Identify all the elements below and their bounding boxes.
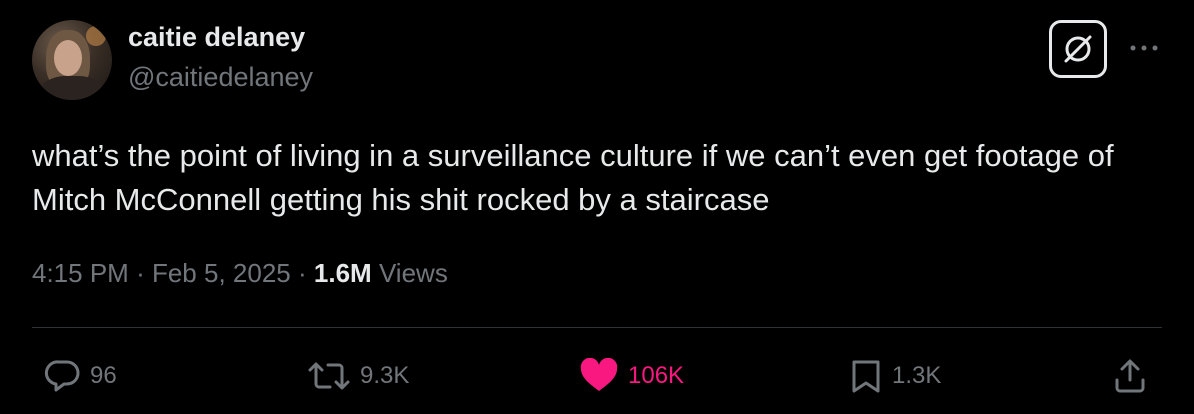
author-display-name[interactable]: caitie delaney bbox=[128, 22, 305, 53]
reply-button[interactable]: 96 bbox=[44, 358, 117, 394]
avatar-face bbox=[54, 40, 82, 76]
avatar-body bbox=[40, 76, 104, 100]
views-count[interactable]: 1.6M bbox=[314, 258, 372, 288]
bookmark-button[interactable]: 1.3K bbox=[850, 358, 941, 394]
grok-button[interactable] bbox=[1049, 20, 1107, 78]
meta-separator: · bbox=[297, 258, 307, 288]
avatar[interactable] bbox=[32, 20, 112, 100]
grok-icon bbox=[1064, 35, 1092, 63]
repost-icon bbox=[308, 362, 350, 390]
bookmark-count: 1.3K bbox=[892, 362, 942, 389]
views-label[interactable]: Views bbox=[379, 258, 448, 288]
like-button[interactable]: 106K bbox=[578, 358, 684, 394]
reply-icon bbox=[44, 360, 80, 392]
heart-icon bbox=[580, 358, 618, 391]
share-icon bbox=[1115, 359, 1145, 393]
repost-button[interactable]: 9.3K bbox=[306, 358, 409, 394]
tweet-meta: 4:15 PM · Feb 5, 2025 · 1.6M Views bbox=[32, 258, 448, 289]
meta-separator: · bbox=[136, 258, 145, 288]
like-count: 106K bbox=[628, 362, 685, 389]
divider bbox=[32, 327, 1162, 328]
tweet-time[interactable]: 4:15 PM bbox=[32, 258, 129, 288]
bookmark-icon bbox=[852, 360, 880, 393]
reply-count: 96 bbox=[90, 362, 117, 389]
tweet-date[interactable]: Feb 5, 2025 bbox=[152, 258, 291, 288]
repost-count: 9.3K bbox=[360, 362, 410, 389]
share-button[interactable] bbox=[1112, 358, 1148, 394]
author-handle[interactable]: @caitiedelaney bbox=[128, 62, 313, 93]
more-icon bbox=[1130, 45, 1158, 51]
more-button[interactable] bbox=[1127, 36, 1161, 60]
avatar-background-light bbox=[86, 26, 106, 46]
tweet-text: what’s the point of living in a surveill… bbox=[32, 138, 1114, 217]
tweet: caitie delaney @caitiedelaney what’s the… bbox=[0, 0, 1194, 414]
